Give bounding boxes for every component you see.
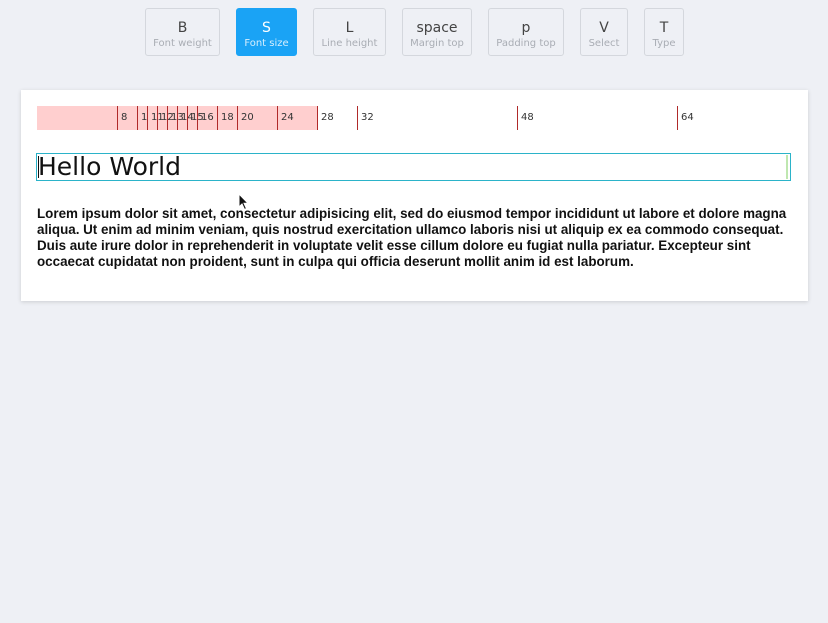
scale-tick[interactable] xyxy=(237,106,238,130)
text-caret xyxy=(38,156,39,178)
scale-tick[interactable] xyxy=(197,106,198,130)
font-size-scale[interactable]: 8111121314151618202428324864 xyxy=(37,106,797,130)
heading-hello-world[interactable]: Hello World xyxy=(38,152,181,182)
font-weight-button[interactable]: B Font weight xyxy=(145,8,220,56)
tool-key: space xyxy=(416,20,458,36)
tool-label: Margin top xyxy=(410,38,464,49)
scale-tick[interactable] xyxy=(167,106,168,130)
scale-tick[interactable] xyxy=(677,106,678,130)
selected-element-outline[interactable]: Hello World xyxy=(36,152,791,182)
type-button[interactable]: T Type xyxy=(644,8,684,56)
tool-label: Font size xyxy=(244,38,289,49)
mouse-pointer-icon xyxy=(238,193,250,211)
scale-tick-label: 64 xyxy=(681,112,694,123)
tool-key: T xyxy=(659,20,669,36)
tool-key: B xyxy=(177,20,188,36)
scale-tick[interactable] xyxy=(147,106,148,130)
tool-key: L xyxy=(345,20,354,36)
scale-tick-label: 20 xyxy=(241,112,254,123)
tool-key: V xyxy=(599,20,609,36)
select-button[interactable]: V Select xyxy=(580,8,628,56)
scale-tick[interactable] xyxy=(317,106,318,130)
margin-top-button[interactable]: space Margin top xyxy=(402,8,472,56)
scale-tick-label: 28 xyxy=(321,112,334,123)
scale-tick[interactable] xyxy=(517,106,518,130)
tool-label: Font weight xyxy=(153,38,212,49)
scale-tick[interactable] xyxy=(117,106,118,130)
tool-label: Line height xyxy=(321,38,378,49)
scale-tick-label: 24 xyxy=(281,112,294,123)
scale-tick[interactable] xyxy=(137,106,138,130)
scale-tick-label: 8 xyxy=(121,112,128,123)
scale-tick[interactable] xyxy=(177,106,178,130)
scale-tick[interactable] xyxy=(157,106,158,130)
selection-edge-marker xyxy=(786,155,788,179)
padding-top-button[interactable]: p Padding top xyxy=(488,8,564,56)
tool-label: Type xyxy=(652,38,676,49)
scale-tick-label: 32 xyxy=(361,112,374,123)
scale-tick-label: 18 xyxy=(221,112,234,123)
tool-label: Padding top xyxy=(496,38,556,49)
scale-tick[interactable] xyxy=(277,106,278,130)
tool-key: S xyxy=(262,20,271,36)
tool-key: p xyxy=(521,20,531,36)
scale-tick[interactable] xyxy=(357,106,358,130)
preview-card: 8111121314151618202428324864 Hello World… xyxy=(21,90,808,301)
font-size-button[interactable]: S Font size xyxy=(236,8,297,56)
scale-tick[interactable] xyxy=(187,106,188,130)
scale-tick-label: 16 xyxy=(201,112,214,123)
toolbar: B Font weight S Font size L Line height … xyxy=(0,8,828,58)
lorem-paragraph[interactable]: Lorem ipsum dolor sit amet, consectetur … xyxy=(37,206,797,270)
scale-tick-label: 48 xyxy=(521,112,534,123)
tool-label: Select xyxy=(588,38,620,49)
line-height-button[interactable]: L Line height xyxy=(313,8,386,56)
scale-tick[interactable] xyxy=(217,106,218,130)
